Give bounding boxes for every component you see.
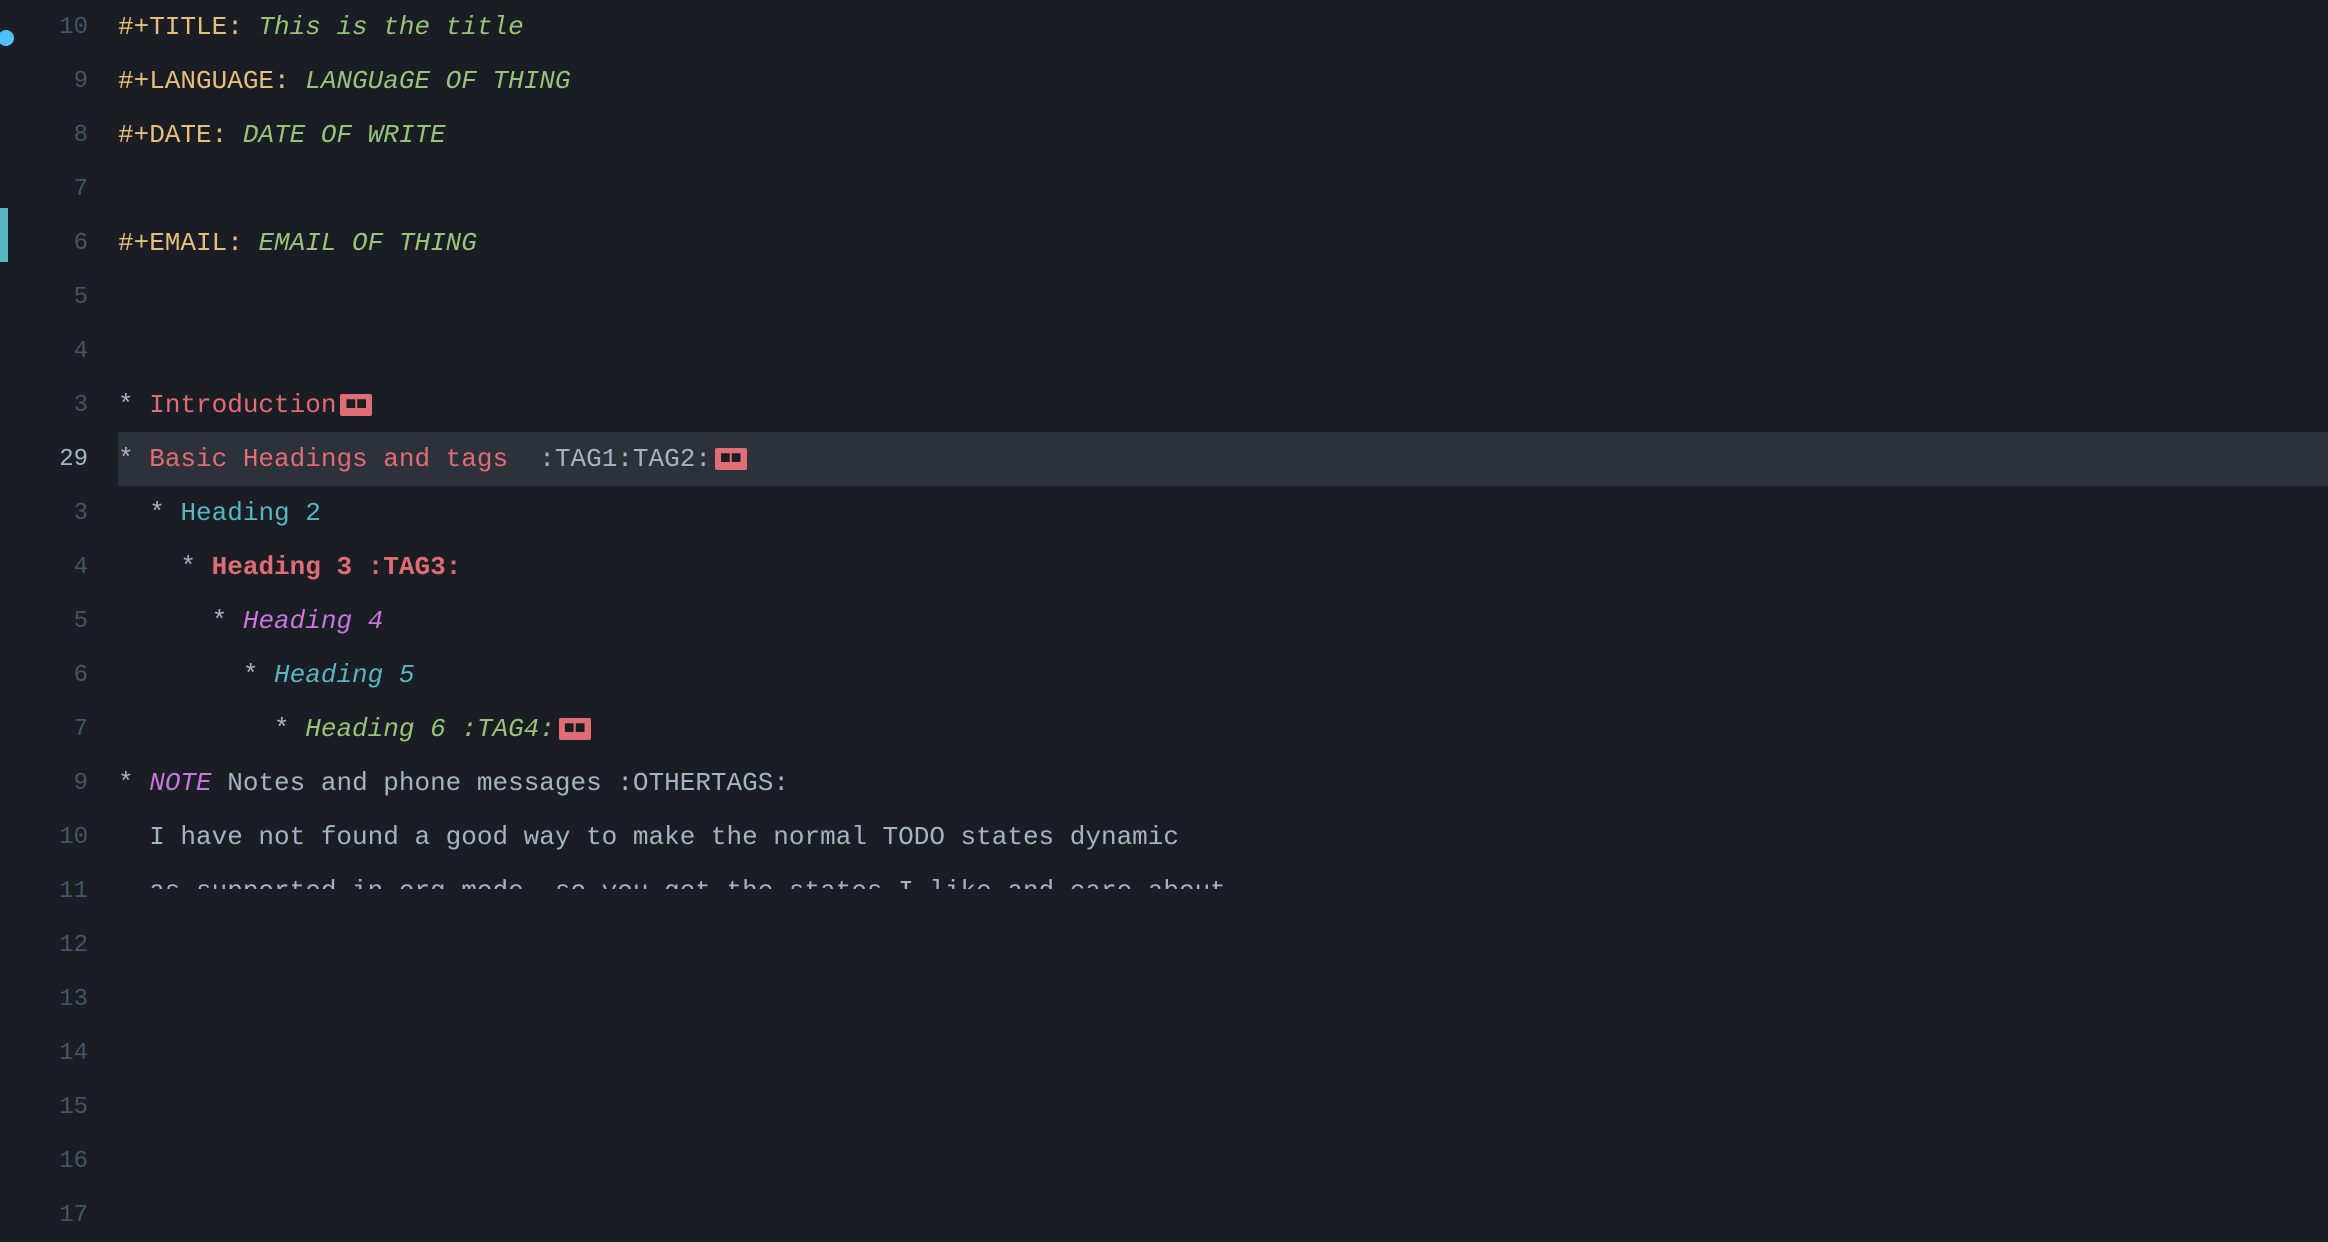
line-number-19: 14 xyxy=(8,1026,88,1080)
code-line-1[interactable]: #+LANGUAGE: LANGUaGE OF THING xyxy=(118,54,2328,108)
code-line-3[interactable] xyxy=(118,162,2328,216)
token-normal xyxy=(118,714,274,744)
line-number-14: 9 xyxy=(8,756,88,810)
token-heading1: Introduction xyxy=(149,390,336,420)
code-line-14[interactable]: * NOTE Notes and phone messages :OTHERTA… xyxy=(118,756,2328,810)
active-line-indicator xyxy=(0,208,8,262)
line-number-6: 4 xyxy=(8,324,88,378)
token-star: * xyxy=(243,660,274,690)
code-line-0[interactable]: #+TITLE: This is the title xyxy=(118,0,2328,54)
line-number-20: 15 xyxy=(8,1080,88,1134)
token-todo-note: NOTE xyxy=(149,768,211,798)
token-kw-orange: #+LANGUAGE: xyxy=(118,66,290,96)
line-number-1: 9 xyxy=(8,54,88,108)
token-normal xyxy=(290,66,306,96)
token-val-italic: This is the title xyxy=(258,12,523,42)
line-number-11: 5 xyxy=(8,594,88,648)
token-star: * xyxy=(118,768,149,798)
token-kw-orange: #+TITLE: xyxy=(118,12,243,42)
token-normal xyxy=(118,498,149,528)
code-line-5[interactable] xyxy=(118,270,2328,324)
line-number-9: 3 xyxy=(8,486,88,540)
token-normal xyxy=(508,444,539,474)
token-heading4: Heading 4 xyxy=(243,606,383,636)
token-tag: :TAG1:TAG2: xyxy=(539,444,711,474)
line-number-16: 11 xyxy=(8,864,88,918)
token-heading5: Heading 5 xyxy=(274,660,414,690)
token-normal xyxy=(118,606,212,636)
code-line-9[interactable]: * Heading 2 xyxy=(118,486,2328,540)
token-kw-orange: #+DATE: xyxy=(118,120,227,150)
code-line-11[interactable]: * Heading 4 xyxy=(118,594,2328,648)
inline-badge: ■■ xyxy=(559,718,591,740)
token-normal: Notes and phone messages xyxy=(212,768,618,798)
code-line-4[interactable]: #+EMAIL: EMAIL OF THING xyxy=(118,216,2328,270)
code-line-8[interactable]: * Basic Headings and tags :TAG1:TAG2:■■ xyxy=(118,432,2328,486)
code-line-16[interactable]: as supported in org mode, so you get the… xyxy=(118,864,2328,889)
token-star: * xyxy=(212,606,243,636)
inline-badge: ■■ xyxy=(340,394,372,416)
line-number-18: 13 xyxy=(8,972,88,1026)
token-val-italic: EMAIL OF THING xyxy=(258,228,476,258)
token-normal: I have not found a good way to make the … xyxy=(118,822,1179,852)
inline-badge: ■■ xyxy=(715,448,747,470)
token-normal xyxy=(243,228,259,258)
code-line-6[interactable] xyxy=(118,324,2328,378)
line-number-2: 8 xyxy=(8,108,88,162)
line-number-15: 10 xyxy=(8,810,88,864)
token-normal xyxy=(243,12,259,42)
token-normal: as supported in org mode, so you get the… xyxy=(118,876,1241,889)
code-line-2[interactable]: #+DATE: DATE OF WRITE xyxy=(118,108,2328,162)
line-number-17: 12 xyxy=(8,918,88,972)
token-star: * xyxy=(180,552,211,582)
line-number-22: 17 xyxy=(8,1188,88,1242)
line-number-0: 10 xyxy=(8,0,88,54)
line-number-4: 6 xyxy=(8,216,88,270)
token-star: * xyxy=(149,498,180,528)
token-heading6: Heading 6 :TAG4: xyxy=(305,714,555,744)
token-heading3-tag: :TAG3: xyxy=(368,552,462,582)
token-tag: :OTHERTAGS: xyxy=(617,768,789,798)
line-number-12: 6 xyxy=(8,648,88,702)
code-line-12[interactable]: * Heading 5 xyxy=(118,648,2328,702)
token-normal xyxy=(227,120,243,150)
code-line-13[interactable]: * Heading 6 :TAG4:■■ xyxy=(118,702,2328,756)
token-normal xyxy=(118,660,243,690)
line-number-3: 7 xyxy=(8,162,88,216)
token-heading1: Basic Headings and tags xyxy=(149,444,508,474)
token-star: * xyxy=(274,714,305,744)
left-border xyxy=(0,0,8,889)
code-area[interactable]: #+TITLE: This is the title#+LANGUAGE: LA… xyxy=(108,0,2328,889)
token-val-italic: DATE OF WRITE xyxy=(243,120,446,150)
token-kw-orange: #+EMAIL: xyxy=(118,228,243,258)
token-star: * xyxy=(118,444,149,474)
line-number-7: 3 xyxy=(8,378,88,432)
code-line-7[interactable]: * Introduction■■ xyxy=(118,378,2328,432)
token-val-italic: LANGUaGE OF THING xyxy=(305,66,570,96)
token-normal xyxy=(352,552,368,582)
code-line-15[interactable]: I have not found a good way to make the … xyxy=(118,810,2328,864)
line-number-10: 4 xyxy=(8,540,88,594)
editor-container: 109876543293456791011121314151617 #+TITL… xyxy=(0,0,2328,889)
line-number-21: 16 xyxy=(8,1134,88,1188)
token-heading2: Heading 2 xyxy=(180,498,320,528)
line-number-5: 5 xyxy=(8,270,88,324)
line-number-8: 29 xyxy=(8,432,88,486)
code-line-10[interactable]: * Heading 3 :TAG3: xyxy=(118,540,2328,594)
line-numbers: 109876543293456791011121314151617 xyxy=(8,0,108,889)
token-star: * xyxy=(118,390,149,420)
token-heading3-bold: Heading 3 xyxy=(212,552,352,582)
token-normal xyxy=(118,552,180,582)
line-number-13: 7 xyxy=(8,702,88,756)
